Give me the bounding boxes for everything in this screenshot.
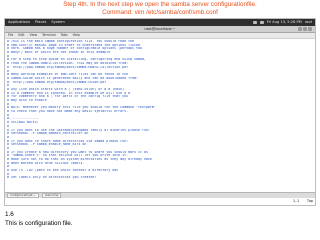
menu-edit[interactable]: Edit (18, 33, 24, 38)
maximize-icon[interactable] (303, 27, 307, 31)
terminal-titlebar[interactable]: root@localhost:~ (5, 26, 315, 33)
places-menu[interactable]: Places (35, 19, 46, 26)
top-panel: Applications Places System Fri Aug 13, 5… (5, 19, 315, 26)
menu-terminal[interactable]: Terminal (42, 33, 55, 38)
menu-help[interactable]: Help (73, 33, 80, 38)
close-icon[interactable] (308, 27, 312, 31)
scroll-position: Top (307, 199, 313, 203)
vim-editor-text[interactable]: # This is the main Samba configuration f… (5, 39, 315, 197)
command-description: Command: vim /etc/samba/conf/smb.conf (102, 9, 218, 17)
step-description: Step 4th. In the next step we open the s… (63, 1, 257, 8)
bottom-taskbar: root@localhost:~ welcome (5, 192, 315, 198)
code-line: # Set labels only on directories you cre… (7, 176, 97, 180)
figure-caption: 1.6 This is configuration file. (5, 211, 73, 228)
applications-menu[interactable]: Applications (8, 19, 30, 26)
step-caption: Step 4th. In the next step we open the s… (0, 1, 320, 17)
system-tray: Fri Aug 13, 5:26 PM root (252, 19, 312, 26)
menu-view[interactable]: View (30, 33, 38, 38)
panel-clock[interactable]: Fri Aug 13, 5:26 PM (267, 19, 302, 26)
window-title: root@localhost:~ (144, 27, 176, 31)
taskbar-item-welcome[interactable]: welcome (42, 193, 62, 198)
vim-status-line: 1,1 Top (7, 199, 313, 203)
desktop-screenshot: Applications Places System Fri Aug 13, 5… (4, 18, 316, 206)
volume-icon[interactable] (259, 21, 264, 24)
taskbar-item-terminal[interactable]: root@localhost:~ (7, 193, 40, 198)
menu-tabs[interactable]: Tabs (61, 33, 68, 38)
figure-text: This is configuration file. (5, 219, 73, 227)
panel-user[interactable]: root (305, 19, 312, 26)
minimize-icon[interactable] (298, 27, 302, 31)
panel-menus: Applications Places System (8, 19, 65, 26)
system-menu[interactable]: System (51, 19, 64, 26)
cursor-position: 1,1 (293, 199, 299, 203)
network-icon[interactable] (252, 21, 257, 24)
menu-file[interactable]: File (8, 33, 13, 38)
window-buttons (298, 27, 312, 31)
figure-number: 1.6 (5, 211, 14, 218)
